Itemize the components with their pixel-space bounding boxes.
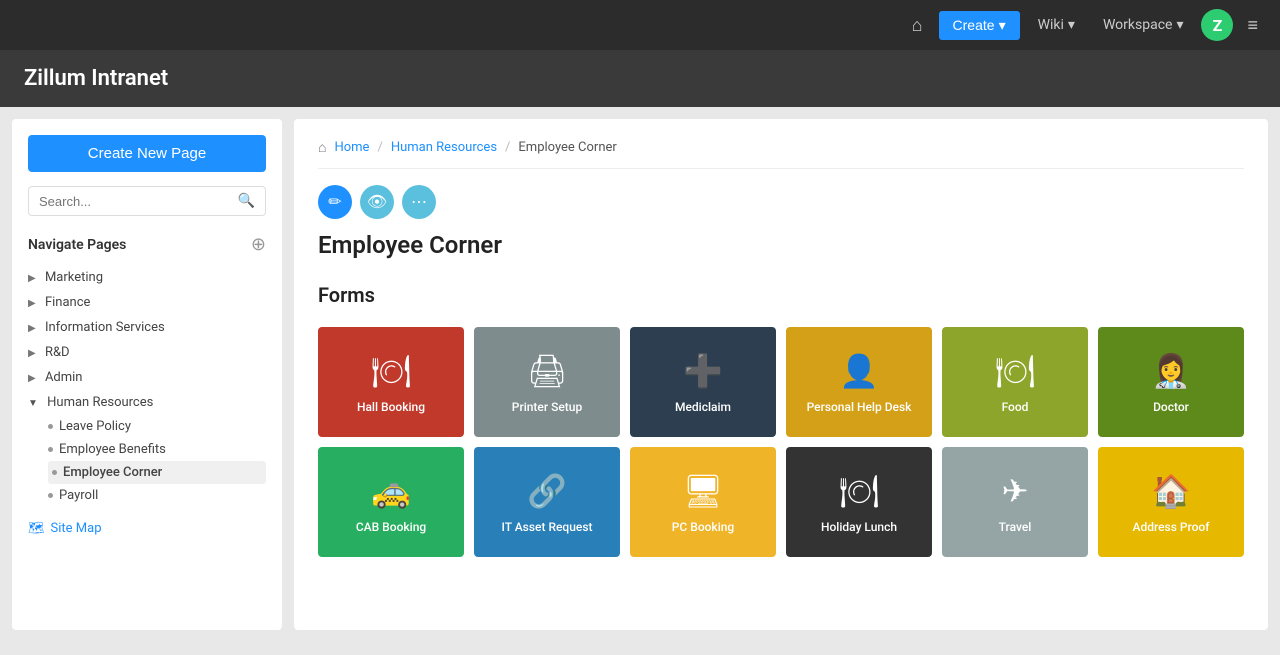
forms-section-title: Forms (318, 283, 1244, 307)
sidebar-item-leave-policy[interactable]: Leave Policy (48, 415, 266, 438)
workspace-dropdown-icon: ▾ (1176, 17, 1183, 33)
form-card-label: Mediclaim (675, 400, 731, 416)
arrow-icon: ▶ (28, 323, 36, 334)
home-icon[interactable]: ⌂ (904, 11, 931, 40)
avatar[interactable]: Z (1201, 9, 1233, 41)
breadcrumb-sep2: / (505, 140, 510, 155)
edit-button[interactable]: ✏ (318, 185, 352, 219)
create-button[interactable]: Create ▾ (939, 11, 1020, 40)
form-card-holiday-lunch[interactable]: 🍽 Holiday Lunch (786, 447, 932, 557)
form-card-icon: 🖥 (683, 472, 724, 510)
form-card-printer-setup[interactable]: 🖨 Printer Setup (474, 327, 620, 437)
forms-grid-row2: 🚕 CAB Booking 🔗 IT Asset Request 🖥 PC Booking… (318, 447, 1244, 557)
form-card-label: CAB Booking (356, 520, 426, 536)
breadcrumb-current: Employee Corner (518, 140, 616, 155)
form-card-label: Holiday Lunch (821, 520, 897, 536)
create-label: Create (953, 17, 995, 33)
sidebar-item-employee-corner[interactable]: Employee Corner (48, 461, 266, 484)
hamburger-icon[interactable]: ≡ (1241, 11, 1264, 40)
form-card-mediclaim[interactable]: ➕ Mediclaim (630, 327, 776, 437)
bullet-icon (48, 424, 53, 429)
search-box: 🔍 (28, 186, 266, 216)
form-card-food[interactable]: 🍽 Food (942, 327, 1088, 437)
nav-items-list: ▶ Marketing ▶ Finance ▶ Information Serv… (28, 265, 266, 507)
sidebar-item-finance[interactable]: ▶ Finance (28, 290, 266, 315)
sidebar-item-payroll[interactable]: Payroll (48, 484, 266, 507)
form-card-hall-booking[interactable]: 🍽 Hall Booking (318, 327, 464, 437)
create-new-page-button[interactable]: Create New Page (28, 135, 266, 172)
form-card-personal-help-desk[interactable]: 👤 Personal Help Desk (786, 327, 932, 437)
arrow-icon: ▶ (28, 348, 36, 359)
hr-sub-nav: Leave Policy Employee Benefits Employee … (28, 415, 266, 507)
form-card-icon: 🖨 (527, 352, 568, 390)
action-buttons: ✏ 👁 ⋯ (318, 185, 1244, 219)
breadcrumb-sep1: / (377, 140, 382, 155)
form-card-cab-booking[interactable]: 🚕 CAB Booking (318, 447, 464, 557)
form-card-label: Hall Booking (357, 400, 425, 416)
form-card-label: Personal Help Desk (807, 400, 912, 416)
form-card-icon: 🍽 (995, 352, 1036, 390)
breadcrumb-parent-link[interactable]: Human Resources (391, 140, 497, 155)
breadcrumb-home-icon: ⌂ (318, 139, 326, 156)
wiki-link[interactable]: Wiki ▾ (1028, 11, 1085, 39)
form-card-icon: 🔗 (527, 472, 567, 510)
more-button[interactable]: ⋯ (402, 185, 436, 219)
arrow-down-icon: ▼ (28, 398, 38, 409)
sidebar-item-human-resources[interactable]: ▼ Human Resources (28, 390, 266, 415)
bullet-icon (48, 447, 53, 452)
page-title: Employee Corner (318, 231, 1244, 259)
arrow-icon: ▶ (28, 273, 36, 284)
main-layout: Create New Page 🔍 Navigate Pages ⊕ ▶ Mar… (0, 107, 1280, 642)
wiki-dropdown-icon: ▾ (1068, 17, 1075, 33)
form-card-label: Address Proof (1133, 520, 1210, 536)
bullet-icon (48, 493, 53, 498)
form-card-label: PC Booking (672, 520, 734, 536)
top-navigation: ⌂ Create ▾ Wiki ▾ Workspace ▾ Z ≡ (0, 0, 1280, 50)
form-card-label: Doctor (1153, 400, 1189, 416)
arrow-icon: ▶ (28, 373, 36, 384)
view-button[interactable]: 👁 (360, 185, 394, 219)
app-header: Zillum Intranet (0, 50, 1280, 107)
search-icon: 🔍 (238, 193, 255, 209)
site-map-link[interactable]: 🗺 Site Map (28, 521, 266, 536)
navigate-pages-header: Navigate Pages ⊕ (28, 234, 266, 255)
app-title: Zillum Intranet (24, 66, 1256, 91)
search-input[interactable] (39, 194, 238, 209)
form-card-icon: 🍽 (371, 352, 412, 390)
form-card-address-proof[interactable]: 🏠 Address Proof (1098, 447, 1244, 557)
workspace-link[interactable]: Workspace ▾ (1093, 11, 1194, 39)
sidebar-item-information-services[interactable]: ▶ Information Services (28, 315, 266, 340)
form-card-doctor[interactable]: 👩‍⚕️ Doctor (1098, 327, 1244, 437)
form-card-label: Printer Setup (512, 400, 582, 416)
forms-grid-row1: 🍽 Hall Booking 🖨 Printer Setup ➕ Mediclaim 👤 Pe… (318, 327, 1244, 437)
form-card-it-asset-request[interactable]: 🔗 IT Asset Request (474, 447, 620, 557)
sidebar-item-admin[interactable]: ▶ Admin (28, 365, 266, 390)
bullet-icon (52, 470, 57, 475)
navigate-pages-title: Navigate Pages (28, 237, 126, 253)
breadcrumb-home-link[interactable]: Home (334, 140, 369, 155)
sitemap-icon: 🗺 (28, 521, 45, 536)
form-card-label: IT Asset Request (501, 520, 592, 536)
sidebar-item-employee-benefits[interactable]: Employee Benefits (48, 438, 266, 461)
add-page-icon[interactable]: ⊕ (251, 234, 266, 255)
form-card-icon: 🚕 (371, 472, 411, 510)
form-card-icon: ➕ (683, 352, 723, 390)
form-card-pc-booking[interactable]: 🖥 PC Booking (630, 447, 776, 557)
form-card-icon: 👤 (839, 352, 879, 390)
form-card-icon: 🍽 (839, 472, 880, 510)
form-card-icon: 👩‍⚕️ (1151, 352, 1191, 390)
dropdown-arrow-icon: ▾ (999, 17, 1006, 34)
form-card-label: Food (1002, 400, 1029, 416)
sidebar-item-rnd[interactable]: ▶ R&D (28, 340, 266, 365)
form-card-icon: ✈ (1002, 472, 1029, 510)
content-area: ⌂ Home / Human Resources / Employee Corn… (294, 119, 1268, 630)
sidebar: Create New Page 🔍 Navigate Pages ⊕ ▶ Mar… (12, 119, 282, 630)
breadcrumb: ⌂ Home / Human Resources / Employee Corn… (318, 139, 1244, 169)
arrow-icon: ▶ (28, 298, 36, 309)
form-card-icon: 🏠 (1151, 472, 1191, 510)
sidebar-item-marketing[interactable]: ▶ Marketing (28, 265, 266, 290)
form-card-label: Travel (999, 520, 1032, 536)
form-card-travel[interactable]: ✈ Travel (942, 447, 1088, 557)
